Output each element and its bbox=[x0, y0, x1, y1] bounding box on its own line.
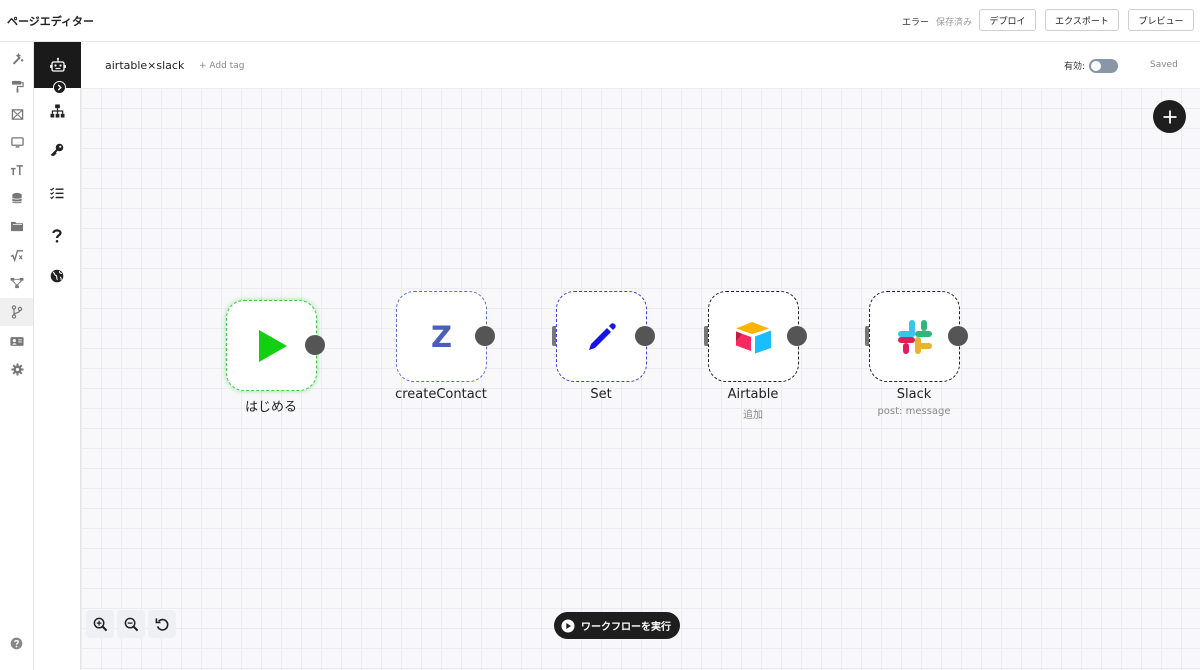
status-error: エラー bbox=[902, 18, 930, 28]
node-airtable-sublabel: 追加 bbox=[743, 410, 763, 421]
node-create-contact-output-port[interactable] bbox=[475, 326, 495, 346]
folder-icon[interactable] bbox=[10, 219, 24, 233]
deploy-button[interactable]: デプロイ bbox=[979, 9, 1036, 31]
enabled-label: 有効: bbox=[1064, 62, 1086, 72]
formula-icon[interactable] bbox=[10, 248, 24, 262]
zoom-out-icon bbox=[124, 617, 138, 631]
run-workflow-label: ワークフローを実行 bbox=[581, 622, 671, 633]
toggle-knob bbox=[1091, 61, 1101, 71]
node-create-contact-label: createContact bbox=[395, 387, 487, 402]
reset-zoom-button[interactable] bbox=[148, 610, 176, 638]
globe-icon[interactable] bbox=[49, 268, 65, 284]
branch-icon[interactable] bbox=[0, 298, 33, 326]
node-start-output-port[interactable] bbox=[305, 335, 325, 355]
node-set-label: Set bbox=[590, 387, 612, 402]
airtable-icon bbox=[735, 321, 771, 353]
add-tag-link[interactable]: + Add tag bbox=[199, 61, 244, 71]
zoom-in-icon bbox=[93, 617, 107, 631]
saved-label: Saved bbox=[1150, 60, 1178, 70]
pencil-icon bbox=[588, 322, 616, 350]
status-saved: 保存済み bbox=[936, 18, 973, 28]
top-bar: ページエディター エラー 保存済み デプロイ エクスポート プレビュー bbox=[0, 0, 1200, 42]
left-rail bbox=[0, 42, 34, 670]
workflow-header: airtable×slack + Add tag 有効: Saved bbox=[81, 42, 1200, 88]
question-icon[interactable] bbox=[49, 228, 65, 244]
slack-icon bbox=[897, 319, 932, 354]
secondary-panel bbox=[34, 42, 81, 670]
workflow-name[interactable]: airtable×slack bbox=[105, 59, 184, 72]
plus-icon bbox=[1163, 110, 1176, 123]
key-icon[interactable] bbox=[49, 142, 65, 158]
database-icon[interactable] bbox=[10, 191, 24, 205]
zoho-icon: Z bbox=[430, 319, 453, 354]
monitor-icon[interactable] bbox=[10, 135, 24, 149]
node-start[interactable] bbox=[226, 300, 317, 391]
checklist-icon[interactable] bbox=[49, 185, 65, 201]
design-icon[interactable] bbox=[10, 51, 24, 65]
zoom-out-button[interactable] bbox=[117, 610, 145, 638]
sitemap-icon[interactable] bbox=[49, 103, 65, 119]
paint-roller-icon[interactable] bbox=[10, 79, 24, 93]
node-slack-sublabel: post: message bbox=[877, 406, 951, 417]
node-airtable[interactable] bbox=[708, 291, 799, 382]
add-node-button[interactable] bbox=[1153, 100, 1186, 133]
node-airtable-label: Airtable bbox=[727, 387, 779, 402]
image-icon[interactable] bbox=[10, 107, 24, 121]
node-start-label: はじめる bbox=[244, 400, 297, 415]
enabled-toggle[interactable] bbox=[1089, 59, 1118, 73]
id-card-icon[interactable] bbox=[10, 334, 24, 348]
play-icon bbox=[258, 329, 287, 362]
gear-icon[interactable] bbox=[10, 362, 24, 376]
text-size-icon[interactable] bbox=[10, 163, 24, 177]
app-title: ページエディター bbox=[7, 15, 95, 28]
node-slack-label: Slack bbox=[896, 387, 932, 402]
preview-button[interactable]: プレビュー bbox=[1128, 9, 1194, 31]
node-set-output-port[interactable] bbox=[635, 326, 655, 346]
zoom-in-button[interactable] bbox=[86, 610, 114, 638]
node-create-contact[interactable]: Z bbox=[396, 291, 487, 382]
chevron-right-icon bbox=[57, 84, 62, 91]
flow-icon[interactable] bbox=[10, 276, 24, 290]
panel-expand-button[interactable] bbox=[53, 81, 66, 94]
undo-icon bbox=[155, 617, 168, 631]
node-slack-output-port[interactable] bbox=[948, 326, 968, 346]
help-icon[interactable] bbox=[10, 635, 24, 650]
play-circle-icon bbox=[561, 619, 575, 632]
node-airtable-output-port[interactable] bbox=[787, 326, 807, 346]
run-workflow-button[interactable]: ワークフローを実行 bbox=[554, 612, 680, 639]
node-slack[interactable] bbox=[869, 291, 960, 382]
node-set[interactable] bbox=[556, 291, 647, 382]
export-button[interactable]: エクスポート bbox=[1045, 9, 1119, 31]
